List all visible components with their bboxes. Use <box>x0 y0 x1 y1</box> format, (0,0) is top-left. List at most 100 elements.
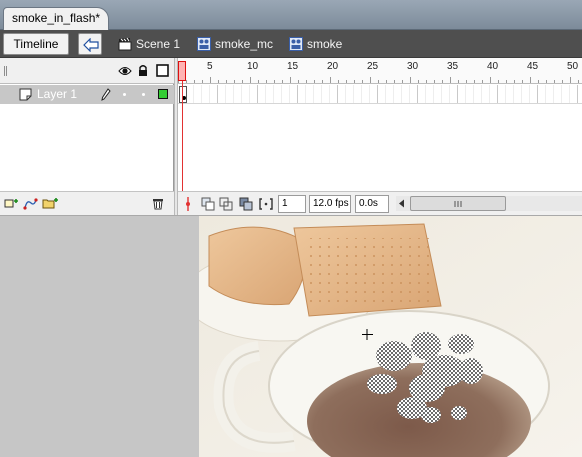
frame-cell[interactable] <box>514 85 522 103</box>
visibility-dot[interactable] <box>123 93 126 96</box>
frame-cell[interactable] <box>210 85 218 103</box>
onion-skin-outlines-icon[interactable] <box>218 196 234 212</box>
frame-cell[interactable] <box>282 85 290 103</box>
horizontal-scrollbar[interactable] <box>396 196 582 211</box>
frame-cell[interactable] <box>578 85 582 103</box>
frame-row[interactable] <box>178 85 582 104</box>
ruler-tick <box>514 80 515 83</box>
frame-cell[interactable] <box>562 85 570 103</box>
frame-cell[interactable] <box>314 85 322 103</box>
frame-cell[interactable] <box>234 85 242 103</box>
frame-cell[interactable] <box>426 85 434 103</box>
frame-cell[interactable] <box>490 85 498 103</box>
onion-skin-icon[interactable] <box>200 196 216 212</box>
eye-icon[interactable] <box>118 65 132 77</box>
ruler-tick <box>250 77 251 83</box>
frame-cell[interactable] <box>506 85 514 103</box>
ruler-tick <box>306 80 307 83</box>
ruler-label: 45 <box>527 61 539 72</box>
frame-cell[interactable] <box>186 85 194 103</box>
ruler-label: 20 <box>327 61 339 72</box>
frame-cell[interactable] <box>306 85 314 103</box>
stage-canvas[interactable] <box>199 216 582 457</box>
scrollbar-thumb[interactable] <box>410 196 506 211</box>
frame-cell[interactable] <box>466 85 474 103</box>
frame-cell[interactable] <box>218 85 226 103</box>
back-button[interactable] <box>78 33 102 55</box>
frame-cell[interactable] <box>378 85 386 103</box>
frame-cell[interactable] <box>498 85 506 103</box>
clapperboard-icon <box>118 37 132 51</box>
frame-cell[interactable] <box>482 85 490 103</box>
breadcrumb-smoke[interactable]: smoke <box>289 35 342 53</box>
frame-cell[interactable] <box>274 85 282 103</box>
frame-cell[interactable] <box>450 85 458 103</box>
frame-cell[interactable] <box>442 85 450 103</box>
frame-cell[interactable] <box>370 85 378 103</box>
breadcrumb-smoke-mc[interactable]: smoke_mc <box>197 35 273 53</box>
lock-icon[interactable] <box>138 64 148 77</box>
frame-cell[interactable] <box>194 85 202 103</box>
frame-cell[interactable] <box>258 85 266 103</box>
frame-cell[interactable] <box>290 85 298 103</box>
timeline-toggle-button[interactable]: Timeline <box>3 33 69 55</box>
stage-area[interactable] <box>0 215 582 457</box>
playhead[interactable] <box>178 61 186 81</box>
frame-cell[interactable] <box>530 85 538 103</box>
frame-cell[interactable] <box>298 85 306 103</box>
frame-cell[interactable] <box>394 85 402 103</box>
frame-cell[interactable] <box>554 85 562 103</box>
modify-onion-markers-icon[interactable] <box>258 196 274 212</box>
ruler-tick <box>402 80 403 83</box>
frame-cell[interactable] <box>570 85 578 103</box>
frame-cell[interactable] <box>522 85 530 103</box>
frame-cell[interactable] <box>266 85 274 103</box>
keyframe[interactable] <box>179 86 187 103</box>
frame-cell[interactable] <box>242 85 250 103</box>
frame-cell[interactable] <box>322 85 330 103</box>
frame-ruler[interactable]: 15101520253035404550 <box>178 58 582 84</box>
ruler-tick <box>386 80 387 83</box>
frame-cell[interactable] <box>354 85 362 103</box>
ruler-tick <box>346 80 347 83</box>
frame-cell[interactable] <box>226 85 234 103</box>
frame-cell[interactable] <box>386 85 394 103</box>
ruler-tick <box>226 80 227 83</box>
lock-dot[interactable] <box>142 93 145 96</box>
frame-cell[interactable] <box>538 85 546 103</box>
frame-cell[interactable] <box>458 85 466 103</box>
ruler-tick <box>554 80 555 83</box>
drag-grip-icon[interactable] <box>4 66 8 76</box>
frame-cell[interactable] <box>346 85 354 103</box>
frame-cell[interactable] <box>434 85 442 103</box>
outline-square-icon[interactable] <box>156 64 169 77</box>
frame-cell[interactable] <box>338 85 346 103</box>
ruler-tick <box>274 80 275 83</box>
add-motion-guide-icon[interactable] <box>23 197 38 210</box>
scroll-left-arrow-icon[interactable] <box>398 199 406 208</box>
center-frame-icon[interactable] <box>180 196 196 212</box>
frame-rate-field[interactable]: 12.0 fps <box>309 195 351 213</box>
layer-row[interactable]: Layer 1 <box>0 85 174 104</box>
ruler-tick <box>338 80 339 83</box>
insert-layer-icon[interactable] <box>4 197 19 210</box>
frame-cell[interactable] <box>546 85 554 103</box>
outline-color-swatch[interactable] <box>158 89 168 99</box>
breadcrumb-scene[interactable]: Scene 1 <box>118 35 180 53</box>
layer-name[interactable]: Layer 1 <box>37 87 77 102</box>
frame-cell[interactable] <box>410 85 418 103</box>
document-tab[interactable]: smoke_in_flash* <box>3 7 110 30</box>
frame-cell[interactable] <box>474 85 482 103</box>
edit-multiple-frames-icon[interactable] <box>238 196 254 212</box>
frame-cell[interactable] <box>330 85 338 103</box>
frame-cell[interactable] <box>250 85 258 103</box>
frame-cell[interactable] <box>402 85 410 103</box>
insert-folder-icon[interactable] <box>42 197 58 210</box>
frame-cell[interactable] <box>202 85 210 103</box>
ruler-tick <box>506 80 507 83</box>
trash-icon[interactable] <box>152 197 164 210</box>
breadcrumb-label: Scene 1 <box>136 37 181 51</box>
frame-cell[interactable] <box>362 85 370 103</box>
frame-cell[interactable] <box>418 85 426 103</box>
frame-area[interactable]: 15101520253035404550 1 12.0 fps 0.0s <box>178 58 582 215</box>
